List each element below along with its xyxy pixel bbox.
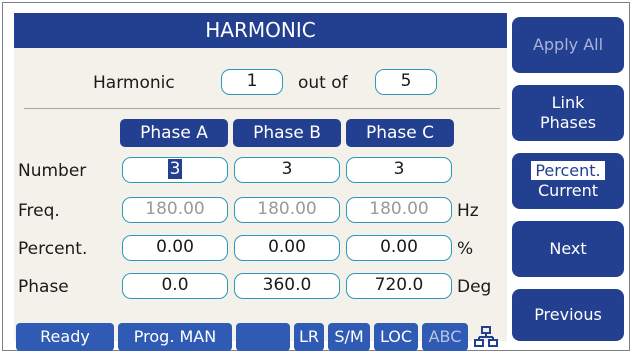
harmonic-total-field[interactable]: 5 (375, 69, 437, 95)
percent-phase-b-field[interactable]: 0.00 (234, 235, 340, 261)
divider (24, 108, 500, 109)
percent-phase-c-field[interactable]: 0.00 (346, 235, 452, 261)
program-mode-status: Prog. MAN (118, 323, 232, 351)
link-phases-line2: Phases (539, 113, 597, 132)
loc-status: LOC (374, 323, 418, 351)
phase-c-header: Phase C (346, 119, 454, 147)
number-phase-c-field[interactable]: 3 (346, 157, 452, 183)
phase-label: Phase (18, 277, 69, 297)
out-of-label: out of (298, 73, 348, 93)
harmonic-panel: HARMONIC Harmonic 1 out of 5 Phase A Pha… (14, 13, 507, 351)
abc-status: ABC (422, 323, 468, 351)
freq-phase-b-field: 180.00 (234, 197, 340, 223)
harmonic-label: Harmonic (93, 73, 175, 93)
percent-label: Percent. (18, 239, 88, 259)
previous-button[interactable]: Previous (512, 289, 624, 341)
percent-option-selected: Percent. (531, 161, 605, 180)
lr-status: LR (294, 323, 324, 351)
apply-all-button[interactable]: Apply All (512, 17, 624, 73)
number-label: Number (18, 161, 87, 181)
freq-phase-a-field: 180.00 (122, 197, 228, 223)
phase-phase-b-field[interactable]: 360.0 (234, 273, 340, 299)
empty-status-cell (236, 323, 290, 351)
phase-phase-a-field[interactable]: 0.0 (122, 273, 228, 299)
link-phases-line1: Link (551, 93, 585, 112)
next-button[interactable]: Next (512, 221, 624, 277)
percent-current-button[interactable]: Percent. Current (512, 153, 624, 209)
apply-all-label: Apply All (532, 35, 604, 54)
harmonic-index-field[interactable]: 1 (221, 69, 283, 95)
percent-phase-a-field[interactable]: 0.00 (122, 235, 228, 261)
previous-label: Previous (534, 305, 602, 324)
page-title: HARMONIC (14, 13, 507, 48)
number-phase-b-field[interactable]: 3 (234, 157, 340, 183)
number-phase-a-value: 3 (167, 159, 183, 179)
phase-a-header: Phase A (120, 119, 228, 147)
percent-unit: % (457, 239, 474, 259)
next-label: Next (549, 239, 587, 258)
freq-phase-c-field: 180.00 (346, 197, 452, 223)
sm-status: S/M (328, 323, 370, 351)
phase-unit: Deg (457, 277, 492, 297)
network-icon (474, 325, 498, 353)
link-phases-label: Link Phases (512, 85, 624, 133)
number-phase-a-field[interactable]: 3 (122, 157, 228, 183)
phase-b-header: Phase B (233, 119, 341, 147)
instrument-screen: HARMONIC Harmonic 1 out of 5 Phase A Pha… (2, 2, 630, 351)
current-option: Current (537, 181, 599, 200)
ready-status: Ready (16, 323, 114, 351)
freq-label: Freq. (18, 201, 60, 221)
status-bar: Ready Prog. MAN LR S/M LOC ABC (14, 323, 507, 353)
link-phases-button[interactable]: Link Phases (512, 85, 624, 141)
freq-unit: Hz (457, 201, 479, 221)
phase-phase-c-field[interactable]: 720.0 (346, 273, 452, 299)
